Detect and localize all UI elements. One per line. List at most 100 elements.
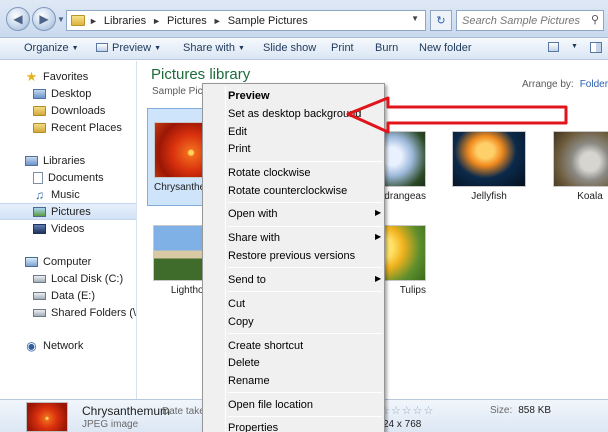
menu-item-restore-previous-versions[interactable]: Restore previous versions bbox=[228, 250, 355, 262]
menu-gutter bbox=[225, 86, 226, 432]
share-with-button[interactable]: Share with ▼ bbox=[183, 42, 245, 54]
arrange-by: Arrange by: Folder bbox=[522, 79, 608, 90]
nav-label: Favorites bbox=[43, 70, 89, 83]
address-dropdown-icon[interactable]: ▼ bbox=[411, 14, 419, 23]
arrange-by-dropdown[interactable]: Folder bbox=[580, 79, 608, 90]
nav-favorites[interactable]: ★ Favorites bbox=[0, 68, 136, 85]
recent-pages-dropdown-icon[interactable]: ▼ bbox=[57, 15, 65, 24]
preview-label: Preview bbox=[112, 42, 152, 54]
menu-item-label: Send to bbox=[228, 274, 266, 286]
size-label: Size: bbox=[490, 405, 513, 416]
menu-item-preview[interactable]: Preview bbox=[228, 90, 270, 102]
menu-separator bbox=[228, 416, 382, 417]
nav-downloads[interactable]: Downloads bbox=[0, 102, 136, 119]
menu-separator bbox=[228, 267, 382, 268]
breadcrumb-separator-icon[interactable]: ► bbox=[89, 16, 98, 26]
nav-label: Videos bbox=[51, 222, 85, 235]
preview-pane-icon[interactable] bbox=[590, 42, 602, 53]
menu-item-rotate-counterclockwise[interactable]: Rotate counterclockwise bbox=[228, 185, 347, 197]
menu-item-send-to[interactable]: Send to ▶ bbox=[228, 274, 381, 286]
rating-stars[interactable]: ☆☆☆☆☆ bbox=[380, 404, 434, 417]
nav-desktop[interactable]: Desktop bbox=[0, 85, 136, 102]
nav-label: Shared Folders (\\vn bbox=[51, 306, 136, 319]
details-dimensions: 24 x 768 bbox=[383, 419, 422, 430]
nav-documents[interactable]: Documents bbox=[0, 169, 136, 186]
arrange-by-label: Arrange by: bbox=[522, 79, 574, 90]
back-button[interactable]: ◀ bbox=[6, 7, 30, 31]
refresh-button[interactable]: ↻ bbox=[430, 10, 452, 31]
menu-item-label: Share with bbox=[228, 232, 280, 244]
breadcrumb-libraries[interactable]: Libraries bbox=[104, 15, 146, 27]
menu-item-rotate-clockwise[interactable]: Rotate clockwise bbox=[228, 167, 311, 179]
submenu-arrow-icon: ▶ bbox=[375, 208, 382, 217]
nav-recent-places[interactable]: Recent Places bbox=[0, 119, 136, 136]
nav-local-disk[interactable]: Local Disk (C:) bbox=[0, 270, 136, 287]
breadcrumb-separator-icon[interactable]: ► bbox=[213, 16, 222, 26]
menu-item-open-file-location[interactable]: Open file location bbox=[228, 399, 313, 411]
libraries-icon bbox=[25, 155, 38, 166]
search-input[interactable] bbox=[457, 11, 583, 30]
nav-pictures[interactable]: Pictures bbox=[0, 203, 136, 220]
submenu-arrow-icon: ▶ bbox=[375, 274, 382, 283]
nav-music[interactable]: ♫ Music bbox=[0, 186, 136, 203]
nav-label: Desktop bbox=[51, 87, 92, 100]
library-subtitle[interactable]: Sample Pict bbox=[152, 86, 205, 97]
network-drive-icon bbox=[33, 308, 46, 317]
search-box[interactable]: ⚲ bbox=[456, 10, 604, 31]
details-size: Size: 858 KB bbox=[490, 405, 551, 416]
size-value: 858 KB bbox=[518, 405, 552, 416]
nav-network[interactable]: ◉ Network bbox=[0, 337, 136, 354]
slide-show-button[interactable]: Slide show bbox=[263, 42, 316, 54]
library-title: Pictures library bbox=[151, 66, 251, 83]
recent-places-icon bbox=[33, 122, 46, 133]
address-field[interactable]: ► Libraries ► Pictures ► Sample Pictures… bbox=[66, 10, 426, 31]
nav-label: Data (E:) bbox=[51, 289, 96, 302]
organize-button[interactable]: Organize ▼ bbox=[24, 42, 79, 54]
nav-label: Documents bbox=[48, 171, 104, 184]
desktop-icon bbox=[33, 88, 46, 99]
breadcrumb-separator-icon[interactable]: ► bbox=[152, 16, 161, 26]
menu-separator bbox=[228, 161, 382, 162]
arrow-right-icon: ▶ bbox=[39, 12, 49, 26]
breadcrumb-sample-pictures[interactable]: Sample Pictures bbox=[228, 15, 308, 27]
chevron-down-icon: ▼ bbox=[237, 45, 245, 52]
menu-item-delete[interactable]: Delete bbox=[228, 357, 260, 369]
chevron-down-icon: ▼ bbox=[154, 45, 162, 52]
details-filetype: JPEG image bbox=[82, 419, 139, 430]
nav-libraries[interactable]: Libraries bbox=[0, 152, 136, 169]
nav-computer[interactable]: Computer bbox=[0, 253, 136, 270]
menu-item-share-with[interactable]: Share with ▶ bbox=[228, 232, 381, 244]
nav-videos[interactable]: Videos bbox=[0, 220, 136, 237]
nav-data-drive[interactable]: Data (E:) bbox=[0, 287, 136, 304]
details-thumbnail bbox=[26, 402, 68, 432]
menu-item-cut[interactable]: Cut bbox=[228, 298, 245, 310]
breadcrumb-pictures[interactable]: Pictures bbox=[167, 15, 207, 27]
menu-item-label: Open with bbox=[228, 208, 278, 220]
pictures-icon bbox=[33, 206, 46, 217]
burn-button[interactable]: Burn bbox=[375, 42, 398, 54]
command-bar: Organize ▼ Preview ▼ Share with ▼ Slide sho… bbox=[0, 38, 608, 60]
menu-item-rename[interactable]: Rename bbox=[228, 375, 270, 387]
menu-item-print[interactable]: Print bbox=[228, 143, 251, 155]
navigation-pane: ★ Favorites Desktop Downloads Recent Plac… bbox=[0, 61, 137, 399]
view-dropdown-icon[interactable]: ▼ bbox=[571, 43, 578, 50]
menu-item-create-shortcut[interactable]: Create shortcut bbox=[228, 340, 303, 352]
folder-icon bbox=[71, 15, 85, 26]
menu-item-edit[interactable]: Edit bbox=[228, 126, 247, 138]
new-folder-button[interactable]: New folder bbox=[419, 42, 472, 54]
preview-button[interactable]: Preview ▼ bbox=[96, 42, 161, 54]
network-icon: ◉ bbox=[26, 338, 37, 353]
search-icon[interactable]: ⚲ bbox=[591, 13, 599, 26]
drive-icon bbox=[33, 274, 46, 283]
menu-item-open-with[interactable]: Open with ▶ bbox=[228, 208, 381, 220]
menu-item-copy[interactable]: Copy bbox=[228, 316, 254, 328]
forward-button[interactable]: ▶ bbox=[32, 7, 56, 31]
address-bar: ◀ ▶ ▼ ► Libraries ► Pictures ► Sample Pi… bbox=[0, 0, 608, 38]
menu-separator bbox=[228, 202, 382, 203]
change-view-icon[interactable] bbox=[548, 42, 559, 52]
print-button[interactable]: Print bbox=[331, 42, 354, 54]
menu-separator bbox=[228, 333, 382, 334]
thumbnail-caption: Koala bbox=[577, 191, 603, 202]
nav-shared-folders[interactable]: Shared Folders (\\vn bbox=[0, 304, 136, 321]
menu-item-properties[interactable]: Properties bbox=[228, 422, 278, 432]
